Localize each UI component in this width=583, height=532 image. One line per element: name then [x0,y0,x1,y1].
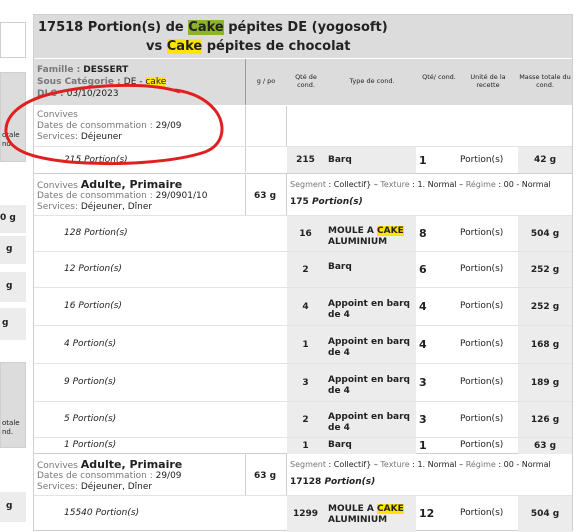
section-3-header: Convives Adulte, Primaire Dates de conso… [34,453,572,496]
row-portions: 5 [64,414,70,424]
row-portions: 128 [64,228,82,238]
col-type-cond: Type de cond. [349,77,395,85]
row-per: 3 [419,413,427,426]
table-row: 4 Portion(s) 1 Appoint en barq de 4 4 Portio… [34,325,572,364]
row-masse: 168 g [518,326,572,364]
row-unit: Portion(s) [72,440,117,450]
row-per: 4 [419,300,427,313]
row-unite: Portion(s) [460,264,504,274]
row-portions: 16 [64,301,76,311]
left-cell: g [0,272,26,302]
row-portions: 9 [64,377,70,387]
col-unite-recette: Unité de la recette [470,73,506,89]
left-cell: g [0,308,26,340]
header-divider [245,59,246,105]
annotation-stroke [4,83,224,166]
row-qty: 2 [287,252,324,288]
left-fragment-text: nd. [2,428,14,436]
left-box-header: otale nd. [0,362,26,448]
row-per: 6 [419,263,427,276]
col-g-po: g / po [256,77,276,85]
row-qty: 3 [287,364,324,402]
row-per: 3 [419,376,427,389]
row-qty: 16 [287,216,324,252]
left-cell: g [0,236,26,264]
row-type: Appoint en barq de 4 [324,288,416,326]
row-unit: Portion(s) [78,264,122,274]
row-masse: 252 g [518,288,572,326]
row-unit: Portion(s) [72,339,117,349]
title-line-2: vs Cake pépites de chocolat [146,39,351,54]
row-unite: Portion(s) [460,301,504,311]
column-headers: g / po Qté de cond. Type de cond. Qté/ c… [246,59,572,105]
red-annotation-circle [4,83,224,166]
left-cell: 0 g [0,205,26,233]
row-unit: Portion(s) [78,301,122,311]
row-unit: Portion(s) [72,414,117,424]
row-masse: 189 g [518,364,572,402]
col-masse-totale: Masse totale du cond. [519,73,571,89]
row-masse: 126 g [518,402,572,438]
row-unite: Portion(s) [460,377,504,387]
table-row: 16 Portion(s) 4 Appoint en barq de 4 4 Porti… [34,287,572,326]
row-per: 1 [419,439,427,452]
table-row: 1 Portion(s) 1 Barq 1 Portion(s) 63 g [34,437,572,454]
row-unite: Portion(s) [460,228,504,238]
col-qte-cond: Qté de cond. [295,73,317,89]
row-type: MOULE A CAKE ALUMINIUM [324,216,416,252]
row-type: Barq [324,252,416,288]
row-unite: Portion(s) [460,440,504,450]
left-cell: g [0,492,26,522]
row-unite: Portion(s) [460,339,504,349]
row-type: Barq [324,438,416,454]
table-row: 15540 Portion(s) 1299 MOULE A CAKE ALUMI… [34,495,572,532]
row-portions: 4 [64,339,70,349]
col-qte-cond2: Qté/ cond. [422,73,456,81]
row-unite: Portion(s) [460,414,504,424]
row-type: Appoint en barq de 4 [324,402,416,438]
row-portions: 1 [64,440,70,450]
row-masse: 252 g [518,252,572,288]
row-masse: 504 g [518,216,572,252]
page-title: 17518 Portion(s) de Cake pépites DE (yog… [34,15,572,58]
row-qty: 1 [287,326,324,364]
row-per: 8 [419,227,427,240]
left-box-top [0,22,26,58]
table-row: 9 Portion(s) 3 Appoint en barq de 4 3 Portio… [34,363,572,402]
row-unit: Portion(s) [72,377,117,387]
table-row: 128 Portion(s) 16 MOULE A CAKE ALUMINIUM 8 P… [34,215,572,252]
row-unit: Portion(s) [84,228,128,238]
row-divider [286,106,287,146]
row-per: 4 [419,338,427,351]
row-portions: 12 [64,264,76,274]
row-type: Appoint en barq de 4 [324,364,416,402]
row-masse: 63 g [518,438,572,454]
row-type: Appoint en barq de 4 [324,326,416,364]
row-qty: 4 [287,288,324,326]
title-line-1: 17518 Portion(s) de Cake pépites DE (yog… [38,20,388,35]
row-qty: 2 [287,402,324,438]
table-row: 5 Portion(s) 2 Appoint en barq de 4 3 Portio… [34,401,572,438]
left-fragment-text: otale [2,419,20,427]
row-qty: 1 [287,438,324,454]
table-row: 12 Portion(s) 2 Barq 6 Portion(s) 252 g [34,251,572,288]
